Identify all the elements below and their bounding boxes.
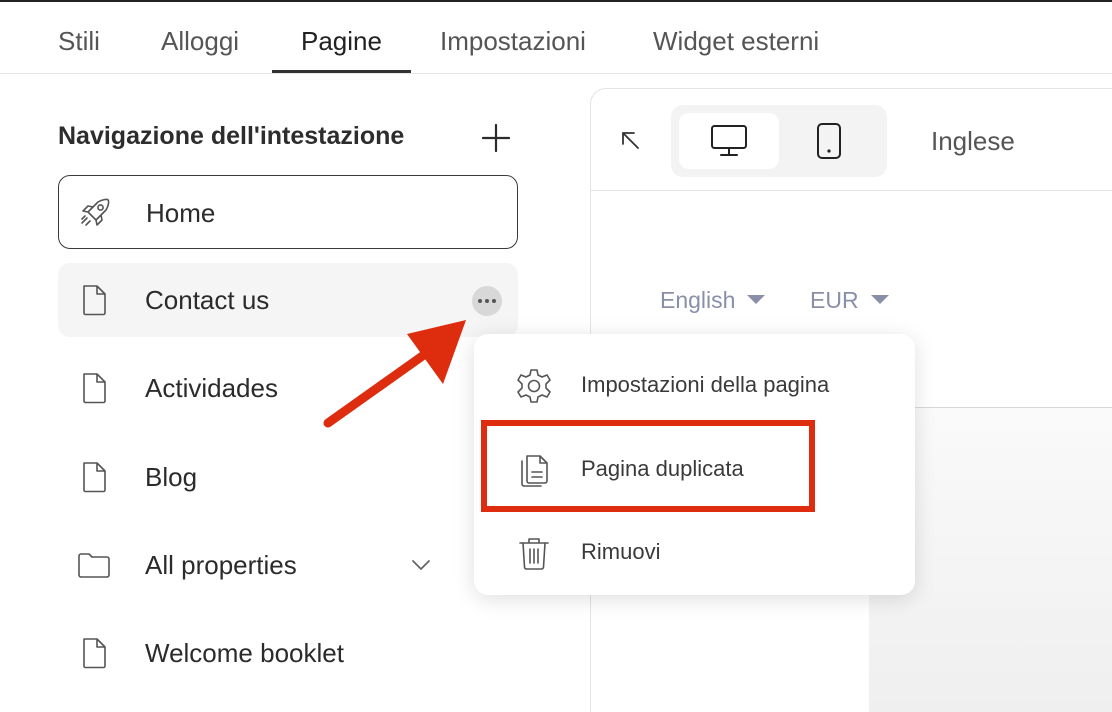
trash-icon	[519, 538, 549, 570]
site-language-dropdown[interactable]: English	[660, 287, 766, 314]
add-page-button[interactable]	[480, 122, 512, 154]
gear-icon	[517, 369, 551, 403]
duplicate-icon	[521, 455, 548, 487]
site-currency-dropdown[interactable]: EUR	[810, 287, 889, 314]
sidebar-item-welcome-booklet[interactable]: Welcome booklet	[58, 616, 518, 690]
rocket-icon	[81, 198, 110, 226]
sidebar-item-home[interactable]: Home	[58, 175, 518, 249]
site-language-value: English	[660, 287, 736, 313]
phone-icon	[817, 123, 841, 159]
menu-item-remove[interactable]: Rimuovi	[474, 505, 915, 589]
sidebar-item-label: Welcome booklet	[145, 638, 344, 668]
tab-stili[interactable]: Stili	[58, 26, 100, 57]
sidebar-item-all-properties[interactable]: All properties	[58, 528, 518, 602]
active-tab-indicator	[272, 70, 411, 73]
preview-toolbar: Inglese	[591, 89, 1112, 191]
tab-pagine[interactable]: Pagine	[301, 26, 382, 57]
folder-icon	[78, 553, 110, 578]
tab-impostazioni[interactable]: Impostazioni	[440, 26, 586, 57]
plus-icon	[481, 123, 511, 153]
chevron-down-icon[interactable]	[410, 554, 432, 576]
page-icon	[83, 373, 106, 404]
arrow-up-left-icon[interactable]	[617, 127, 645, 155]
device-switcher	[671, 105, 887, 177]
page-icon	[83, 462, 106, 493]
sidebar-item-label: All properties	[145, 550, 297, 580]
monitor-icon	[711, 125, 747, 156]
page-icon	[83, 285, 106, 316]
menu-item-label: Rimuovi	[581, 539, 661, 564]
sidebar-title: Navigazione dell'intestazione	[58, 122, 405, 150]
menu-item-page-settings[interactable]: Impostazioni della pagina	[474, 338, 915, 422]
mobile-view-button[interactable]	[779, 113, 879, 169]
sidebar-item-label: Blog	[145, 462, 198, 492]
page-icon	[83, 638, 106, 669]
sidebar-item-actividades[interactable]: Actividades	[58, 351, 518, 425]
sidebar-item-label: Contact us	[145, 285, 270, 315]
menu-item-label: Pagina duplicata	[581, 456, 744, 481]
site-currency-value: EUR	[810, 287, 859, 313]
menu-item-duplicate-page[interactable]: Pagina duplicata	[474, 422, 915, 506]
page-context-menu: Impostazioni della pagina Pagina duplica…	[474, 334, 915, 595]
menu-item-label: Impostazioni della pagina	[581, 372, 830, 397]
sidebar-item-label: Actividades	[145, 373, 278, 403]
tab-widget-esterni[interactable]: Widget esterni	[653, 26, 819, 57]
preview-language-select[interactable]: Inglese	[931, 126, 1015, 157]
top-tab-bar: Stili Alloggi Pagine Impostazioni Widget…	[0, 2, 1112, 74]
caret-down-icon	[870, 295, 889, 304]
desktop-view-button[interactable]	[679, 113, 779, 169]
sidebar-item-blog[interactable]: Blog	[58, 440, 518, 514]
tab-alloggi[interactable]: Alloggi	[161, 26, 239, 57]
caret-down-icon	[747, 295, 766, 304]
more-options-button[interactable]	[472, 286, 502, 316]
sidebar-item-label: Home	[146, 198, 216, 228]
sidebar-item-contact-us[interactable]: Contact us	[58, 263, 518, 337]
